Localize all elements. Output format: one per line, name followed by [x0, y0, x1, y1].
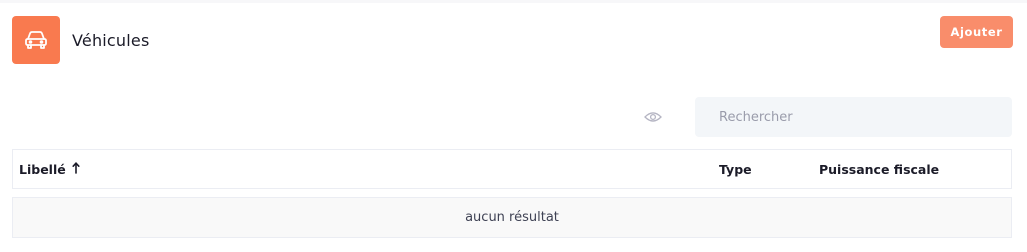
- empty-message: aucun résultat: [465, 210, 559, 225]
- table-row-empty: aucun résultat: [12, 197, 1012, 238]
- column-header-puissance-fiscale[interactable]: Puissance fiscale: [819, 162, 939, 177]
- column-header-type[interactable]: Type: [719, 162, 752, 177]
- vehicles-panel: Véhicules Ajouter Libellé Type Puissance…: [0, 0, 1027, 252]
- car-icon: [12, 16, 60, 64]
- top-divider: [0, 0, 1027, 3]
- table-header: Libellé Type Puissance fiscale: [12, 149, 1012, 189]
- add-vehicle-button[interactable]: Ajouter: [940, 16, 1013, 48]
- column-header-label: Libellé: [19, 162, 66, 177]
- search-input[interactable]: [695, 97, 1012, 137]
- page-title: Véhicules: [72, 31, 150, 50]
- arrow-up-icon: [72, 162, 80, 177]
- column-header-libelle[interactable]: Libellé: [19, 162, 80, 177]
- eye-icon[interactable]: [644, 110, 662, 124]
